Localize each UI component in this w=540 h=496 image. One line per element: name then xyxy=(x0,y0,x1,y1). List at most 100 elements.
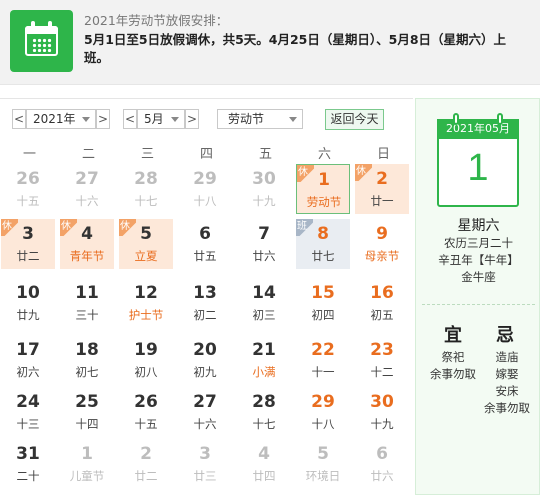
day-cell[interactable]: 1 儿童节 xyxy=(60,439,114,489)
day-cell[interactable]: 28 十七 xyxy=(119,164,173,214)
day-cell[interactable]: 27 十六 xyxy=(178,387,232,437)
lunar-label: 廿七 xyxy=(311,249,335,263)
day-cell[interactable]: 休 4 青年节 xyxy=(60,219,114,269)
lunar-label: 母亲节 xyxy=(364,249,400,263)
day-cell[interactable]: 13 初二 xyxy=(178,278,232,328)
weekday-tue: 二 xyxy=(81,147,95,162)
notice-text: 5月1日至5日放假调休，共5天。4月25日（星期日）、5月8日（星期六）上班。 xyxy=(84,32,507,65)
day-number: 31 xyxy=(16,444,40,464)
day-cell[interactable]: 3 廿三 xyxy=(178,439,232,489)
lunar-label: 十九 xyxy=(370,417,394,431)
day-number: 1 xyxy=(318,170,330,190)
day-cell[interactable]: 休 1 劳动节 xyxy=(296,164,350,214)
ji-item: 造庙 xyxy=(495,350,519,364)
day-number: 23 xyxy=(370,340,394,360)
day-cell[interactable]: 6 廿六 xyxy=(355,439,409,489)
day-cell[interactable]: 2 廿二 xyxy=(119,439,173,489)
month-select[interactable]: 5月 xyxy=(137,109,185,129)
day-cell[interactable]: 11 三十 xyxy=(60,278,114,328)
weekday-fri: 五 xyxy=(258,147,272,162)
notice-label: 2021年劳动节放假安排： xyxy=(84,13,229,28)
day-number: 29 xyxy=(193,169,217,189)
lunar-label: 十五 xyxy=(134,417,158,431)
lunar-label: 十五 xyxy=(16,194,40,208)
day-cell[interactable]: 30 十九 xyxy=(237,164,291,214)
day-cell[interactable]: 休 2 廿一 xyxy=(355,164,409,214)
lunar-label: 环境日 xyxy=(305,469,341,483)
day-cell[interactable]: 24 十三 xyxy=(1,387,55,437)
day-number: 4 xyxy=(258,444,270,464)
day-cell[interactable]: 7 廿六 xyxy=(237,219,291,269)
prev-year-button[interactable]: < xyxy=(12,109,26,129)
lunar-label: 十九 xyxy=(252,194,276,208)
day-number: 5 xyxy=(140,224,152,244)
day-cell[interactable]: 19 初八 xyxy=(119,335,173,385)
day-cell[interactable]: 26 十五 xyxy=(1,164,55,214)
day-cell[interactable]: 14 初三 xyxy=(237,278,291,328)
lunar-label: 十四 xyxy=(75,417,99,431)
day-cell[interactable]: 15 初四 xyxy=(296,278,350,328)
day-number: 2 xyxy=(140,444,152,464)
day-number: 16 xyxy=(370,283,394,303)
day-cell[interactable]: 29 十八 xyxy=(178,164,232,214)
day-cell[interactable]: 18 初七 xyxy=(60,335,114,385)
day-cell[interactable]: 5 环境日 xyxy=(296,439,350,489)
day-number: 28 xyxy=(134,169,158,189)
day-cell[interactable]: 26 十五 xyxy=(119,387,173,437)
next-month-button[interactable]: > xyxy=(185,109,199,129)
selected-weekday: 星期六 xyxy=(457,218,500,234)
day-number: 30 xyxy=(370,392,394,412)
lunar-label: 十八 xyxy=(311,417,335,431)
lunar-label: 初七 xyxy=(75,365,99,379)
day-cell[interactable]: 22 十一 xyxy=(296,335,350,385)
ji-title: 忌 xyxy=(496,325,514,346)
lunar-label: 初四 xyxy=(311,308,335,322)
lunar-label: 廿六 xyxy=(370,469,394,483)
lunar-label: 十六 xyxy=(193,417,217,431)
day-cell[interactable]: 班 8 廿七 xyxy=(296,219,350,269)
ganzhi-year: 辛丑年【牛年】 xyxy=(438,253,519,267)
yi-list: 祭祀 余事勿取 xyxy=(424,349,482,383)
day-number: 27 xyxy=(193,392,217,412)
month-select-value: 5月 xyxy=(144,112,164,126)
day-cell[interactable]: 17 初六 xyxy=(1,335,55,385)
day-cell[interactable]: 10 廿九 xyxy=(1,278,55,328)
calendar-ring-icon xyxy=(453,113,459,125)
day-cell[interactable]: 休 3 廿二 xyxy=(1,219,55,269)
day-cell[interactable]: 16 初五 xyxy=(355,278,409,328)
day-cell[interactable]: 12 护士节 xyxy=(119,278,173,328)
back-to-today-button[interactable]: 返回今天 xyxy=(325,109,384,130)
day-cell[interactable]: 30 十九 xyxy=(355,387,409,437)
year-select-value: 2021年 xyxy=(33,112,76,126)
lunar-label: 十二 xyxy=(370,365,394,379)
day-number: 14 xyxy=(252,283,276,303)
weekday-wed: 三 xyxy=(140,147,154,162)
yi-item: 祭祀 xyxy=(441,350,465,364)
prev-month-button[interactable]: < xyxy=(123,109,137,129)
year-select[interactable]: 2021年 xyxy=(26,109,96,129)
day-number: 10 xyxy=(16,283,40,303)
day-cell[interactable]: 休 5 立夏 xyxy=(119,219,173,269)
ji-item: 安床 xyxy=(495,384,519,398)
day-cell[interactable]: 29 十八 xyxy=(296,387,350,437)
day-cell[interactable]: 25 十四 xyxy=(60,387,114,437)
day-cell[interactable]: 6 廿五 xyxy=(178,219,232,269)
day-cell[interactable]: 27 十六 xyxy=(60,164,114,214)
day-cell[interactable]: 20 初九 xyxy=(178,335,232,385)
day-number: 11 xyxy=(75,283,99,303)
day-cell[interactable]: 21 小满 xyxy=(237,335,291,385)
day-cell[interactable]: 9 母亲节 xyxy=(355,219,409,269)
holiday-select[interactable]: 劳动节 xyxy=(217,109,303,129)
lunar-label: 十八 xyxy=(193,194,217,208)
ji-item: 嫁娶 xyxy=(495,367,519,381)
day-cell[interactable]: 4 廿四 xyxy=(237,439,291,489)
next-year-button[interactable]: > xyxy=(96,109,110,129)
lunar-label: 廿二 xyxy=(134,469,158,483)
day-cell[interactable]: 31 二十 xyxy=(1,439,55,489)
day-number: 12 xyxy=(134,283,158,303)
lunar-label: 十三 xyxy=(16,417,40,431)
day-cell[interactable]: 28 十七 xyxy=(237,387,291,437)
lunar-label: 三十 xyxy=(75,308,99,322)
day-cell[interactable]: 23 十二 xyxy=(355,335,409,385)
chevron-down-icon xyxy=(82,117,90,122)
